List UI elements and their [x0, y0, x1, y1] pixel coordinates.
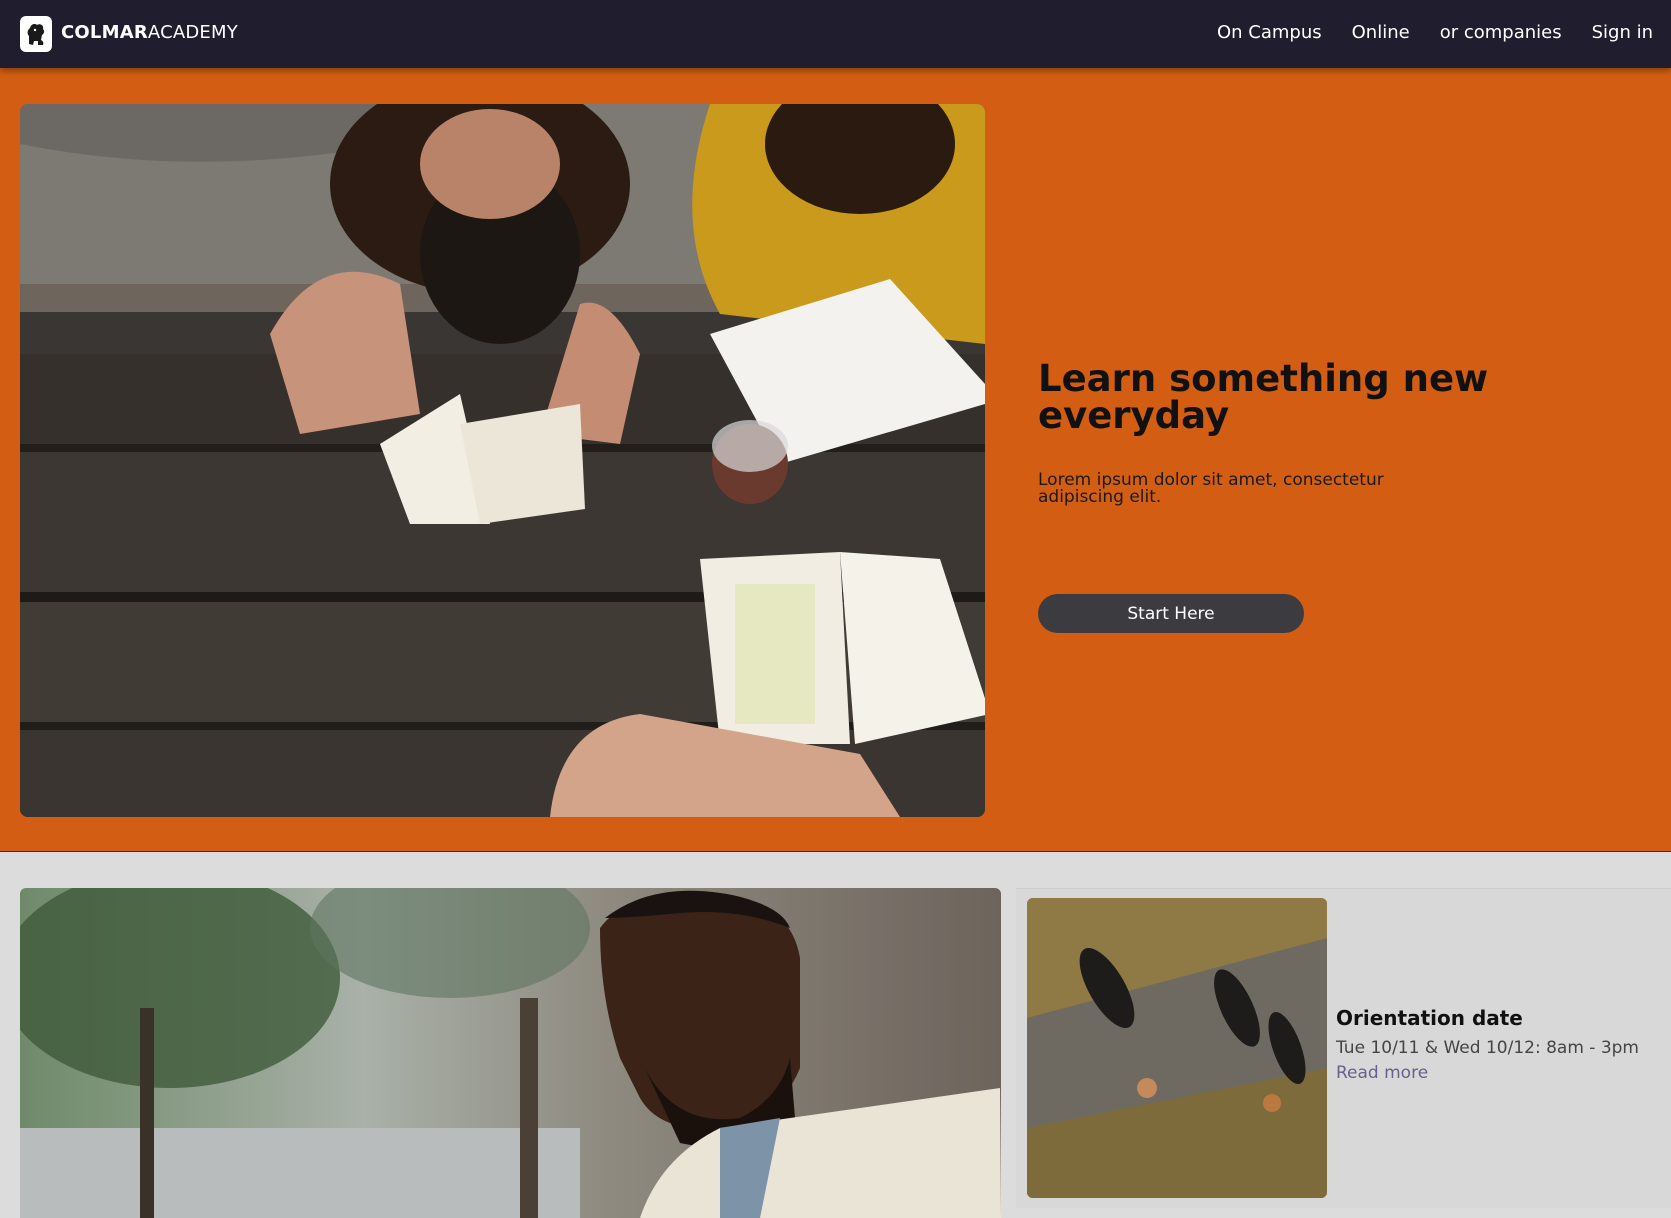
hero-subtitle: Lorem ipsum dolor sit amet, consectetur …	[1038, 470, 1384, 507]
brand-name-light: ACADEMY	[147, 22, 238, 43]
event-title: Orientation date	[1336, 1006, 1523, 1030]
nav-link-sign-in[interactable]: Sign in	[1592, 22, 1653, 43]
event-image	[1027, 898, 1327, 1198]
brand-name-bold: COLMAR	[61, 22, 148, 43]
featured-image	[20, 888, 1001, 1218]
logo[interactable]	[20, 16, 52, 52]
top-navigation: COLMARACADEMY On Campus Online or compan…	[0, 0, 1671, 68]
nav-links: On Campus Online or companies Sign in	[1217, 22, 1653, 43]
lower-section: Orientation date Tue 10/11 & Wed 10/12: …	[0, 853, 1671, 1218]
brand-name[interactable]: COLMARACADEMY	[61, 22, 238, 43]
nav-link-for-companies[interactable]: or companies	[1440, 22, 1562, 43]
nav-link-on-campus[interactable]: On Campus	[1217, 22, 1322, 43]
read-more-link[interactable]: Read more	[1336, 1063, 1428, 1083]
lion-logo-icon	[27, 24, 45, 45]
event-date: Tue 10/11 & Wed 10/12: 8am - 3pm	[1336, 1038, 1639, 1058]
hero-title: Learn something new everyday	[1038, 357, 1489, 437]
hero-image	[20, 104, 985, 817]
event-info: Orientation date Tue 10/11 & Wed 10/12: …	[1336, 1006, 1666, 1083]
hero-section: Learn something new everyday Lorem ipsum…	[0, 68, 1671, 852]
event-card: Orientation date Tue 10/11 & Wed 10/12: …	[1016, 888, 1671, 1208]
nav-link-online[interactable]: Online	[1352, 22, 1410, 43]
start-here-button[interactable]: Start Here	[1038, 594, 1304, 633]
hero-text-block: Learn something new everyday Lorem ipsum…	[1038, 357, 1508, 633]
